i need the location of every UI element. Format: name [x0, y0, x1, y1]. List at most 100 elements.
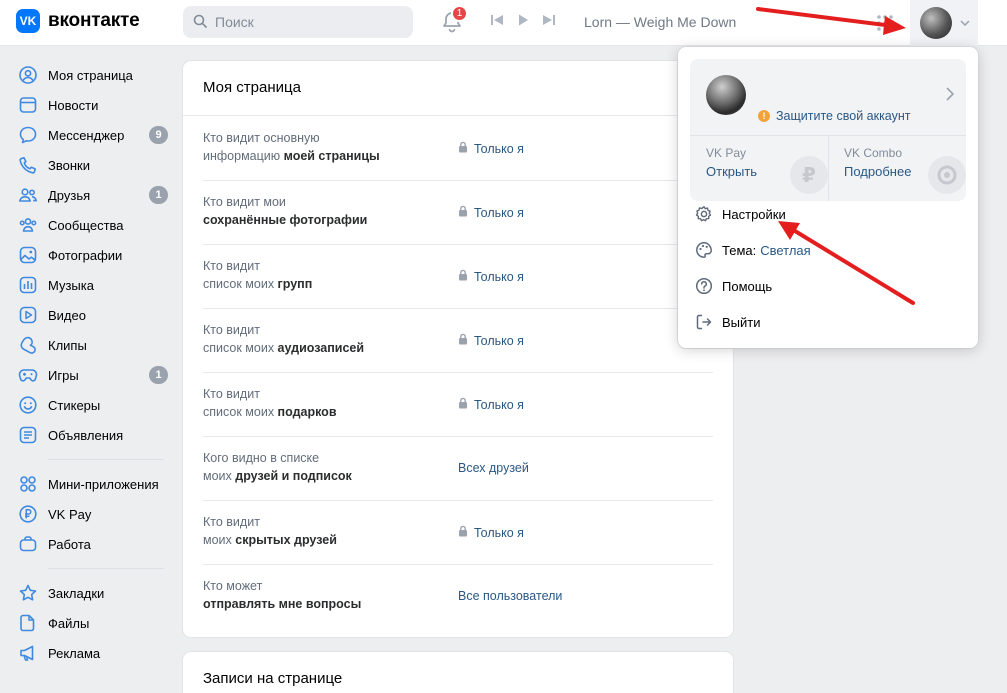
audio-player-controls	[490, 13, 556, 30]
sidebar-item[interactable]: Мини-приложения	[10, 469, 170, 499]
sidebar-item[interactable]: Файлы	[10, 608, 170, 638]
logout-label: Выйти	[722, 314, 761, 330]
next-track-icon[interactable]	[542, 13, 556, 30]
music-icon	[18, 275, 38, 295]
message-icon	[18, 125, 38, 145]
sidebar-item[interactable]: Фотографии	[10, 240, 170, 270]
chevron-right-icon[interactable]	[946, 87, 955, 106]
privacy-setting-row: Кто видит моих скрытых друзей Только я	[203, 501, 713, 565]
search-box[interactable]	[183, 6, 413, 38]
privacy-value-dropdown[interactable]: Всех друзей	[458, 461, 529, 475]
sidebar-item[interactable]: Моя страница	[10, 60, 170, 90]
mini-apps-icon	[18, 474, 38, 494]
privacy-setting-row: Кто видит список моих групп Только я	[203, 245, 713, 309]
privacy-setting-question: Кто видит список моих аудиозаписей	[203, 321, 443, 357]
theme-value-link[interactable]: Светлая	[760, 243, 810, 258]
profile-menu-button[interactable]	[910, 0, 978, 46]
sidebar-divider	[48, 459, 164, 460]
logout-menu-item[interactable]: Выйти	[694, 310, 761, 334]
sidebar-item[interactable]: Игры 1	[10, 360, 170, 390]
question-subject: отправлять мне вопросы	[203, 597, 362, 611]
sidebar-item[interactable]: Музыка	[10, 270, 170, 300]
help-menu-item[interactable]: Помощь	[694, 274, 772, 298]
question-subject: аудиозаписей	[277, 341, 365, 355]
privacy-setting-row: Кто может отправлять мне вопросы Все польз…	[203, 565, 713, 629]
logout-icon	[694, 312, 714, 332]
counter-badge: 1	[149, 366, 168, 384]
theme-menu-item[interactable]: Тема: Светлая	[694, 238, 811, 262]
privacy-value-dropdown[interactable]: Только я	[458, 333, 524, 348]
sidebar-item[interactable]: Новости	[10, 90, 170, 120]
sidebar-item-label: Фотографии	[48, 247, 123, 263]
sidebar-item[interactable]: Работа	[10, 529, 170, 559]
left-sidebar: Моя страница Новости Мессенджер 9 Звонки Друз…	[10, 60, 170, 668]
section-title: Записи на странице	[203, 670, 343, 687]
vk-pay-open-link[interactable]: Открыть	[706, 164, 757, 179]
vk-combo-more-link[interactable]: Подробнее	[844, 164, 911, 179]
privacy-value-dropdown[interactable]: Только я	[458, 205, 524, 220]
sidebar-item-label: Моя страница	[48, 67, 133, 83]
current-track-title[interactable]: Lorn — Weigh Me Down	[584, 14, 736, 30]
sidebar-item[interactable]: Сообщества	[10, 210, 170, 240]
privacy-value-dropdown[interactable]: Только я	[458, 525, 524, 540]
sidebar-item-label: Файлы	[48, 615, 90, 631]
sidebar-item[interactable]: Объявления	[10, 420, 170, 450]
sidebar-item-label: Мини-приложения	[48, 476, 159, 492]
photo-icon	[18, 245, 38, 265]
vk-combo-tile[interactable]: VK Combo Подробнее	[828, 146, 966, 196]
sidebar-item[interactable]: Мессенджер 9	[10, 120, 170, 150]
privacy-value-dropdown[interactable]: Только я	[458, 141, 524, 156]
sidebar-item-label: Клипы	[48, 337, 87, 353]
privacy-value-dropdown[interactable]: Только я	[458, 397, 524, 412]
sidebar-item-label: Новости	[48, 97, 99, 113]
star-icon	[18, 583, 38, 603]
sidebar-divider	[48, 568, 164, 569]
privacy-setting-question: Кто может отправлять мне вопросы	[203, 577, 443, 613]
sidebar-item[interactable]: Реклама	[10, 638, 170, 668]
profile-summary[interactable]: ! Защитите свой аккаунт VK Pay Открыть ₽…	[690, 59, 966, 201]
sidebar-item[interactable]: Видео	[10, 300, 170, 330]
counter-badge: 9	[149, 126, 168, 144]
question-subject: моей страницы	[283, 149, 380, 163]
settings-menu-item[interactable]: Настройки	[694, 202, 786, 226]
sidebar-item[interactable]: Клипы	[10, 330, 170, 360]
question-line: список моих	[203, 405, 278, 419]
ruble-icon: ₽	[790, 156, 828, 194]
privacy-setting-question: Кто видит список моих подарков	[203, 385, 443, 421]
services-grid-icon[interactable]	[876, 14, 894, 35]
question-line: Кто может	[203, 579, 263, 593]
sidebar-item[interactable]: Закладки	[10, 578, 170, 608]
chevron-down-icon	[960, 18, 970, 29]
sidebar-item-label: Видео	[48, 307, 86, 323]
play-icon[interactable]	[516, 13, 530, 30]
privacy-value-label: Только я	[474, 269, 524, 284]
sidebar-item[interactable]: VK Pay	[10, 499, 170, 529]
question-line: Кто видит	[203, 515, 260, 529]
avatar[interactable]	[706, 75, 746, 115]
protect-account-link[interactable]: ! Защитите свой аккаунт	[758, 109, 911, 123]
newspaper-icon	[18, 95, 38, 115]
privacy-value-label: Всех друзей	[458, 461, 529, 475]
settings-label: Настройки	[722, 206, 786, 222]
sidebar-item[interactable]: Друзья 1	[10, 180, 170, 210]
question-line: список моих	[203, 277, 278, 291]
sidebar-item-label: Звонки	[48, 157, 90, 173]
vk-pay-name: VK Pay	[706, 146, 747, 160]
sidebar-item-label: Стикеры	[48, 397, 101, 413]
previous-track-icon[interactable]	[490, 13, 504, 30]
vk-logo-icon: VK	[16, 9, 40, 33]
privacy-settings-card: Моя страница Кто видит основную информаци…	[183, 61, 733, 637]
vk-pay-tile[interactable]: VK Pay Открыть ₽	[690, 146, 828, 196]
vk-logo[interactable]: VK вконтакте	[16, 9, 140, 33]
sidebar-item-label: Реклама	[48, 645, 101, 661]
vk-combo-icon	[928, 156, 966, 194]
sidebar-item[interactable]: Звонки	[10, 150, 170, 180]
sidebar-item[interactable]: Стикеры	[10, 390, 170, 420]
sidebar-item-label: Игры	[48, 367, 79, 383]
search-input[interactable]	[215, 14, 395, 30]
privacy-value-dropdown[interactable]: Только я	[458, 269, 524, 284]
privacy-value-dropdown[interactable]: Все пользователи	[458, 589, 562, 603]
lock-icon	[458, 333, 468, 348]
question-line: Кто видит	[203, 259, 260, 273]
privacy-value-label: Только я	[474, 205, 524, 220]
